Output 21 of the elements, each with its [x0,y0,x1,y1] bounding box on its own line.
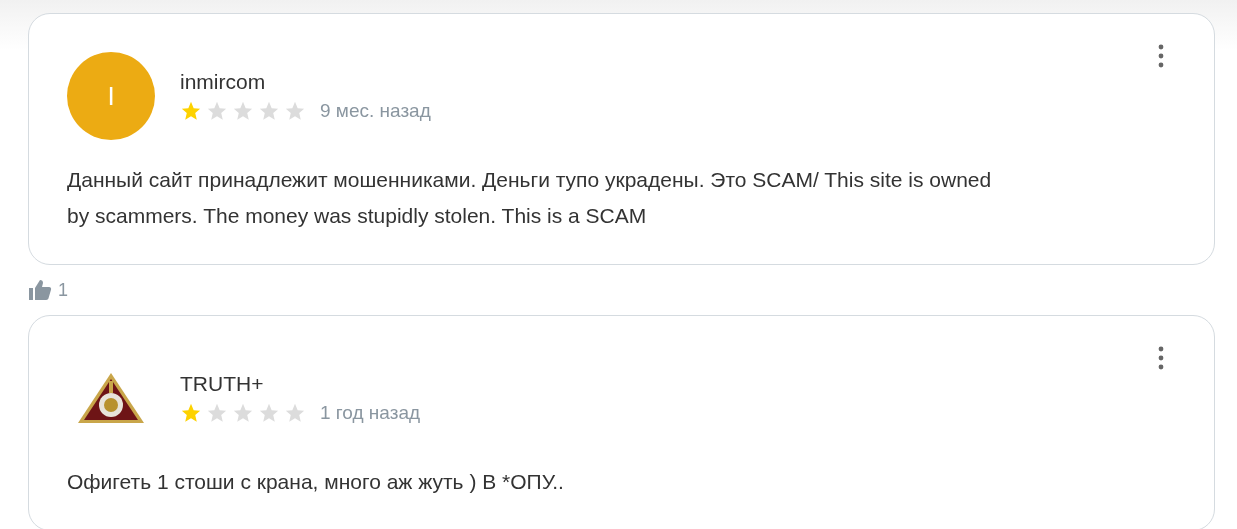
star-icon [258,100,280,122]
review-text: Данный сайт принадлежит мошенниками. Деньги тупо украдены. Это SCAM/ This site is owned by scammers. The money was stupidly stolen. This is a SCAM [67,167,993,229]
more-options-icon[interactable] [1158,44,1164,68]
star-icon [232,402,254,424]
like-count: 1 [58,279,68,301]
more-options-icon[interactable] [1158,346,1164,370]
star-icon [180,402,202,424]
star-icon [284,402,306,424]
star-icon [258,402,280,424]
avatar: I [67,52,155,140]
star-icon [180,100,202,122]
thumbs-up-icon[interactable] [28,279,52,301]
star-icon [284,100,306,122]
star-icon [206,100,228,122]
star-icon [232,100,254,122]
review-time: 1 год назад [320,402,421,424]
review-time: 9 мес. назад [320,100,431,122]
review-text: Офигеть 1 стоши с крана, много аж жуть ) В *ОПУ.. [67,469,565,495]
author-name: inmircom [180,70,267,94]
author-name: TRUTH+ [180,372,265,396]
star-icon [206,402,228,424]
